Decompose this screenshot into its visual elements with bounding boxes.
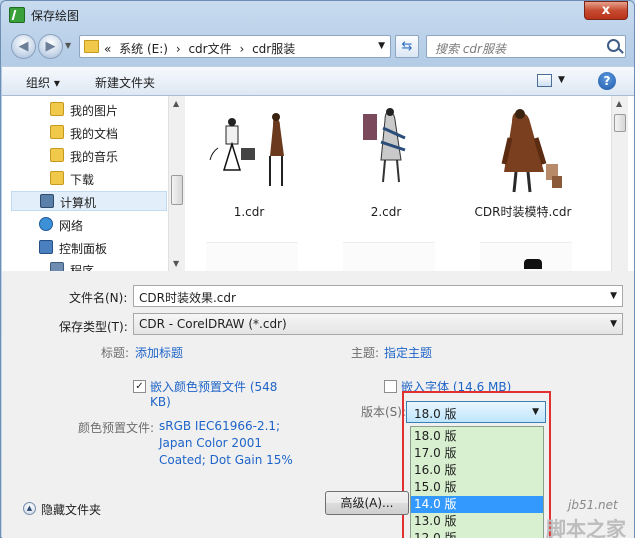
thumbnail-fragment bbox=[524, 259, 542, 269]
chevron-down-icon[interactable]: ▼ bbox=[378, 41, 385, 51]
file-thumbnail bbox=[480, 108, 570, 198]
title-bar: 保存绘图 x bbox=[1, 1, 634, 29]
add-title-link[interactable]: 添加标题 bbox=[135, 344, 183, 361]
filename-value: CDR时装效果.cdr bbox=[139, 291, 236, 305]
back-button[interactable]: ◀ bbox=[11, 34, 36, 59]
file-item-partial[interactable] bbox=[480, 242, 572, 272]
save-dialog: 保存绘图 x ◀ ▶ ▼ « 系统 (E:) › cdr文件 › cdr服装 ▼… bbox=[0, 0, 635, 538]
scroll-thumb[interactable] bbox=[171, 175, 183, 205]
embed-profile-label-cont: KB) bbox=[150, 395, 171, 409]
path-breadcrumb[interactable]: « 系统 (E:) › cdr文件 › cdr服装 ▼ bbox=[79, 35, 391, 58]
scroll-up-icon[interactable]: ▲ bbox=[173, 99, 179, 108]
address-bar: ◀ ▶ ▼ « 系统 (E:) › cdr文件 › cdr服装 ▼ ⇆ 搜索 c… bbox=[1, 31, 634, 63]
version-option-highlighted[interactable]: 14.0 版 bbox=[411, 496, 543, 513]
filetype-select[interactable]: CDR - CorelDRAW (*.cdr) ▼ bbox=[133, 313, 623, 335]
help-icon[interactable]: ? bbox=[598, 72, 616, 90]
hide-folders-button[interactable]: 隐藏文件夹 bbox=[41, 501, 101, 518]
navigation-pane: 我的图片 我的文档 我的音乐 下载 计算机 网络 控制面板 ▲ ▼ bbox=[2, 96, 185, 278]
scroll-down-icon[interactable]: ▼ bbox=[173, 259, 179, 268]
browser-pane: 我的图片 我的文档 我的音乐 下载 计算机 网络 控制面板 ▲ ▼ 1.cdr … bbox=[2, 96, 634, 278]
breadcrumb-cdr-clothing[interactable]: cdr服装 bbox=[252, 42, 295, 56]
chevron-down-icon[interactable]: ▼ bbox=[532, 407, 539, 417]
version-option[interactable]: 16.0 版 bbox=[411, 462, 543, 479]
advanced-button[interactable]: 高级(A)... bbox=[325, 491, 409, 515]
color-profile-line2: Japan Color 2001 bbox=[159, 436, 262, 450]
version-select[interactable]: 18.0 版 ▼ bbox=[406, 401, 546, 423]
file-list-scrollbar[interactable]: ▲ bbox=[611, 96, 628, 271]
scroll-thumb[interactable] bbox=[614, 114, 626, 132]
computer-icon bbox=[40, 194, 54, 208]
color-profile-line1: sRGB IEC61966-2.1; bbox=[159, 419, 281, 433]
file-thumbnail bbox=[206, 108, 296, 198]
filename-label: 文件名(N): bbox=[69, 291, 128, 305]
downloads-folder-icon bbox=[50, 171, 64, 185]
version-dropdown-list: 18.0 版 17.0 版 16.0 版 15.0 版 14.0 版 13.0 … bbox=[410, 426, 544, 538]
view-dropdown[interactable]: ▼ bbox=[558, 75, 565, 85]
embed-profile-label: 嵌入颜色预置文件 (548 bbox=[150, 380, 278, 394]
control-panel-icon bbox=[39, 240, 53, 254]
window-title: 保存绘图 bbox=[31, 9, 80, 23]
music-folder-icon bbox=[50, 148, 64, 162]
sidebar-item-computer[interactable]: 计算机 bbox=[11, 191, 167, 211]
collapse-icon[interactable]: ▲ bbox=[23, 502, 36, 515]
coreldraw-icon bbox=[9, 7, 25, 23]
file-name: CDR时装模特.cdr bbox=[474, 205, 572, 219]
file-list: 1.cdr 2.cdr CDR时装模特.cdr bbox=[186, 96, 611, 272]
filetype-value: CDR - CorelDRAW (*.cdr) bbox=[139, 317, 287, 331]
breadcrumb-drive[interactable]: 系统 (E:) bbox=[119, 42, 168, 56]
documents-folder-icon bbox=[50, 125, 64, 139]
search-icon bbox=[607, 39, 620, 52]
organize-button[interactable]: 组织 ▾ bbox=[26, 74, 60, 91]
file-item-partial[interactable] bbox=[206, 242, 298, 272]
scroll-up-icon[interactable]: ▲ bbox=[616, 99, 622, 108]
version-option[interactable]: 15.0 版 bbox=[411, 479, 543, 496]
file-name: 1.cdr bbox=[233, 205, 265, 219]
file-item-partial[interactable] bbox=[343, 242, 435, 272]
watermark-text: 脚本之家 bbox=[546, 517, 626, 538]
pictures-folder-icon bbox=[50, 102, 64, 116]
file-name: 2.cdr bbox=[370, 205, 402, 219]
version-label: 版本(S): bbox=[361, 405, 407, 419]
network-icon bbox=[39, 217, 53, 231]
subject-label: 主题: bbox=[351, 346, 380, 360]
close-button[interactable]: x bbox=[584, 1, 628, 20]
breadcrumb-separator[interactable]: › bbox=[176, 42, 181, 56]
search-input[interactable]: 搜索 cdr服装 bbox=[426, 35, 626, 58]
command-toolbar: 组织 ▾ 新建文件夹 ▼ ? bbox=[2, 66, 634, 96]
chevron-down-icon[interactable]: ▼ bbox=[610, 319, 617, 329]
breadcrumb-cdr-files[interactable]: cdr文件 bbox=[188, 42, 231, 56]
recent-pages-dropdown[interactable]: ▼ bbox=[65, 41, 71, 50]
color-profile-label: 颜色预置文件: bbox=[78, 421, 155, 435]
embed-profile-checkbox[interactable]: ✓ bbox=[133, 380, 146, 393]
version-option[interactable]: 17.0 版 bbox=[411, 445, 543, 462]
embed-font-checkbox[interactable] bbox=[384, 380, 397, 393]
breadcrumb-overflow[interactable]: « bbox=[104, 42, 111, 56]
view-icon[interactable] bbox=[537, 74, 552, 87]
new-folder-button[interactable]: 新建文件夹 bbox=[95, 74, 155, 91]
filename-field[interactable]: CDR时装效果.cdr ▼ bbox=[133, 285, 623, 307]
search-placeholder: 搜索 cdr服装 bbox=[435, 42, 506, 56]
version-option[interactable]: 13.0 版 bbox=[411, 513, 543, 530]
breadcrumb-separator[interactable]: › bbox=[239, 42, 244, 56]
version-option[interactable]: 18.0 版 bbox=[411, 428, 543, 445]
forward-button[interactable]: ▶ bbox=[38, 34, 63, 59]
set-subject-link[interactable]: 指定主题 bbox=[384, 344, 432, 361]
watermark-url: jb51.net bbox=[568, 498, 618, 512]
folder-icon bbox=[84, 40, 99, 53]
refresh-button[interactable]: ⇆ bbox=[395, 35, 419, 58]
sidebar-scrollbar[interactable]: ▲ ▼ bbox=[168, 96, 185, 271]
filetype-label: 保存类型(T): bbox=[59, 320, 128, 334]
version-option[interactable]: 12.0 版 bbox=[411, 530, 543, 538]
chevron-down-icon[interactable]: ▼ bbox=[610, 291, 617, 301]
version-selected-value: 18.0 版 bbox=[414, 407, 457, 421]
color-profile-line3: Coated; Dot Gain 15% bbox=[159, 453, 293, 467]
title-label: 标题: bbox=[101, 346, 130, 360]
file-thumbnail bbox=[343, 108, 433, 198]
